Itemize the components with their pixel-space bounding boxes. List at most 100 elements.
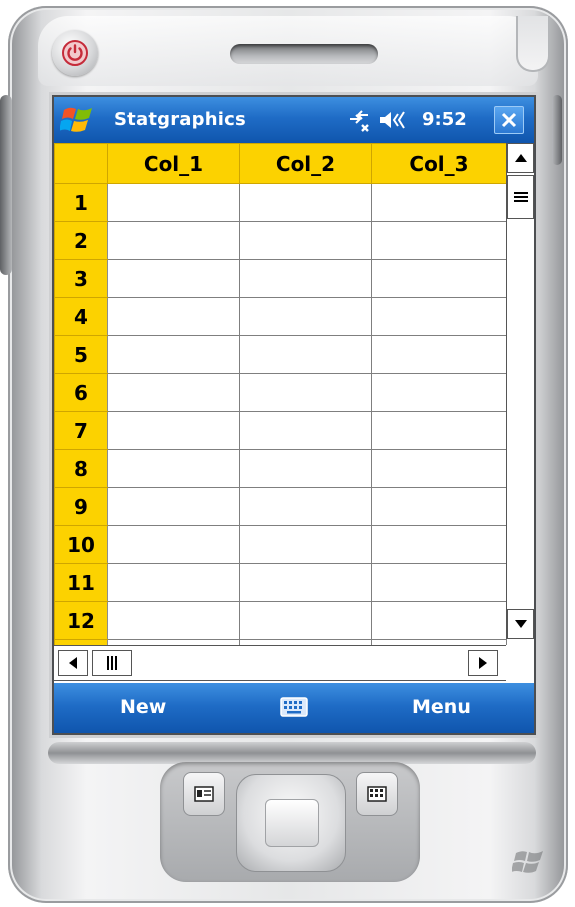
- column-header-3[interactable]: Col_3: [371, 143, 507, 184]
- scroll-right-button[interactable]: [468, 650, 498, 676]
- grid-cell[interactable]: [239, 487, 372, 526]
- navigation-action-button[interactable]: [265, 799, 319, 847]
- grid-cell[interactable]: [371, 373, 507, 412]
- column-header-1[interactable]: Col_1: [107, 143, 240, 184]
- softkey-new[interactable]: New: [120, 696, 166, 718]
- speaker-muted-icon[interactable]: [378, 109, 408, 131]
- grid-cell[interactable]: [107, 449, 240, 488]
- scroll-down-button[interactable]: [507, 609, 534, 639]
- grid-cell[interactable]: [371, 297, 507, 336]
- row-header[interactable]: 2: [54, 221, 108, 260]
- scroll-left-button[interactable]: [58, 650, 88, 676]
- scrollbar-corner: [506, 645, 534, 681]
- grid-cell[interactable]: [371, 221, 507, 260]
- keyboard-icon[interactable]: [280, 696, 308, 718]
- row-header[interactable]: 8: [54, 449, 108, 488]
- grid-cell[interactable]: [371, 335, 507, 374]
- table-row: 5: [54, 335, 507, 374]
- vertical-scroll-thumb[interactable]: [507, 175, 534, 219]
- arrow-right-icon: [479, 657, 487, 669]
- grid-cell[interactable]: [107, 373, 240, 412]
- side-button-left[interactable]: [0, 95, 12, 275]
- horizontal-scroll-thumb[interactable]: [92, 650, 132, 676]
- table-row: 4: [54, 297, 507, 336]
- grid-cell[interactable]: [239, 335, 372, 374]
- row-header[interactable]: 12: [54, 601, 108, 640]
- grid-cell[interactable]: [107, 221, 240, 260]
- hardware-right-softkey[interactable]: [356, 772, 398, 816]
- horizontal-scrollbar[interactable]: [54, 645, 506, 681]
- row-header[interactable]: 6: [54, 373, 108, 412]
- grid-cell[interactable]: [239, 601, 372, 640]
- hardware-left-softkey[interactable]: [183, 772, 225, 816]
- grid-cell[interactable]: [371, 601, 507, 640]
- row-header[interactable]: 10: [54, 525, 108, 564]
- grid-cell[interactable]: [107, 563, 240, 602]
- table-row: 12: [54, 601, 507, 640]
- grid-cell[interactable]: [107, 297, 240, 336]
- connectivity-icon[interactable]: [346, 109, 372, 133]
- close-button[interactable]: [494, 106, 524, 134]
- grid-cell[interactable]: [371, 411, 507, 450]
- row-header[interactable]: 9: [54, 487, 108, 526]
- close-icon: [501, 112, 517, 128]
- soft-key-bar: New Menu: [54, 683, 534, 733]
- device-screen: Statgraphics 9:52 Col_1 Col_2 Col_3 1 2 …: [52, 95, 536, 735]
- grid-cell[interactable]: [107, 335, 240, 374]
- grid-cell[interactable]: [107, 601, 240, 640]
- row-header[interactable]: 1: [54, 183, 108, 222]
- windows-flag-icon[interactable]: [60, 104, 96, 136]
- power-button[interactable]: [52, 30, 98, 76]
- row-header[interactable]: 7: [54, 411, 108, 450]
- grid-cell[interactable]: [371, 525, 507, 564]
- grid-cell[interactable]: [107, 183, 240, 222]
- grid-cell[interactable]: [239, 411, 372, 450]
- column-header-2[interactable]: Col_2: [239, 143, 372, 184]
- scroll-up-button[interactable]: [507, 143, 534, 173]
- title-bar: Statgraphics 9:52: [54, 97, 534, 143]
- row-header[interactable]: 5: [54, 335, 108, 374]
- side-button-right[interactable]: [552, 95, 562, 165]
- table-row: 2: [54, 221, 507, 260]
- calendar-grid-icon: [367, 786, 387, 802]
- power-icon: [62, 40, 88, 66]
- grid-cell[interactable]: [239, 297, 372, 336]
- grid-cell[interactable]: [239, 373, 372, 412]
- grid-cell[interactable]: [371, 449, 507, 488]
- grid-cell[interactable]: [107, 259, 240, 298]
- grid-corner: [54, 143, 108, 184]
- stylus-slot: [516, 16, 550, 72]
- table-row: 3: [54, 259, 507, 298]
- row-header[interactable]: 4: [54, 297, 108, 336]
- row-header[interactable]: 11: [54, 563, 108, 602]
- grid-cell[interactable]: [107, 411, 240, 450]
- navigation-pad[interactable]: [236, 774, 346, 872]
- clock[interactable]: 9:52: [422, 109, 467, 130]
- grid-cell[interactable]: [239, 259, 372, 298]
- arrow-left-icon: [69, 657, 77, 669]
- grid-cell[interactable]: [239, 449, 372, 488]
- table-row: 6: [54, 373, 507, 412]
- grid-cell[interactable]: [107, 525, 240, 564]
- grid-cell[interactable]: [239, 183, 372, 222]
- arrow-up-icon: [514, 154, 527, 162]
- vertical-scrollbar[interactable]: [506, 143, 534, 639]
- softkey-menu[interactable]: Menu: [412, 696, 471, 718]
- data-grid: Col_1 Col_2 Col_3 1 2 3 4 5 6 7 8 9 10 1…: [54, 143, 507, 646]
- grid-cell[interactable]: [371, 487, 507, 526]
- table-row: 7: [54, 411, 507, 450]
- grid-cell[interactable]: [371, 563, 507, 602]
- grid-cell[interactable]: [371, 183, 507, 222]
- grid-cell[interactable]: [239, 525, 372, 564]
- table-row: 11: [54, 563, 507, 602]
- grid-cell[interactable]: [371, 259, 507, 298]
- table-row: 9: [54, 487, 507, 526]
- grid-cell[interactable]: [239, 221, 372, 260]
- grip-icon: [107, 656, 117, 670]
- grid-cell[interactable]: [107, 487, 240, 526]
- window-title: Statgraphics: [114, 109, 246, 130]
- row-header[interactable]: 3: [54, 259, 108, 298]
- hardware-rail: [48, 742, 536, 764]
- grid-cell[interactable]: [239, 563, 372, 602]
- contacts-card-icon: [194, 786, 214, 802]
